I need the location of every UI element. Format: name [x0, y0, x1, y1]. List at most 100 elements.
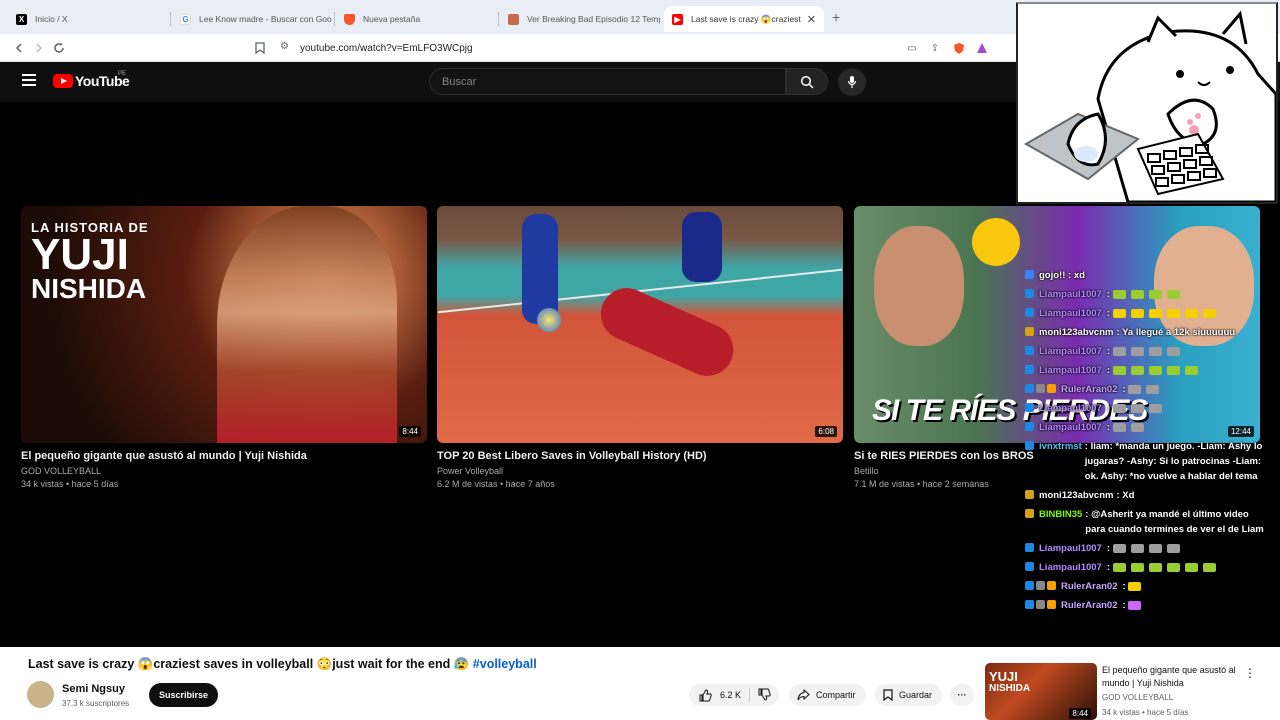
- player-figure: [682, 212, 722, 282]
- chat-badge-icon: [1025, 308, 1034, 317]
- chat-badges: [1025, 308, 1036, 317]
- video-duration: 8:44: [1069, 708, 1091, 719]
- player-figure: [522, 214, 558, 324]
- chat-text: :: [1121, 382, 1266, 397]
- chat-badge-icon: [1036, 600, 1045, 609]
- player-figure: [217, 206, 397, 443]
- channel-avatar[interactable]: [27, 681, 54, 708]
- reload-icon[interactable]: [50, 39, 68, 57]
- chat-badge-icon: [1025, 581, 1034, 590]
- emote-icon: [1202, 308, 1216, 318]
- chat-emotes: :: [1107, 308, 1221, 319]
- back-icon[interactable]: [10, 39, 28, 57]
- emote-icon: [1148, 365, 1162, 375]
- search-button[interactable]: [786, 68, 828, 95]
- emote-icon: [1184, 562, 1198, 572]
- emote-icon: [1202, 562, 1216, 572]
- video-channel[interactable]: GOD VOLLEYBALL: [21, 466, 427, 476]
- tab-separator: [334, 12, 335, 26]
- chat-badge-icon: [1025, 490, 1034, 499]
- chat-username: moni123abvcnm: [1039, 490, 1114, 501]
- emote-icon: [1112, 422, 1126, 432]
- diving-player: [592, 279, 742, 385]
- emote-icon: [1166, 346, 1180, 356]
- subscribe-button[interactable]: Suscribirse: [149, 683, 219, 707]
- chat-badge-icon: [1047, 600, 1056, 609]
- thumbs-up-icon: [699, 688, 712, 701]
- chat-badges: [1025, 490, 1036, 499]
- youtube-logo[interactable]: YouTube PE: [53, 71, 130, 89]
- chat-message: Liampaul1007:: [1025, 420, 1265, 435]
- related-video-channel[interactable]: GOD VOLLEYBALL: [1102, 693, 1173, 702]
- emote-icon: [1112, 365, 1126, 375]
- bongo-cat-overlay: [1016, 2, 1278, 204]
- chat-text: : Ya llegué a 12k siuuuuuu: [1116, 327, 1236, 338]
- video-thumbnail[interactable]: LA HISTORIA DE YUJI NISHIDA 8:44: [21, 206, 427, 443]
- brave-shield-icon[interactable]: [952, 41, 966, 55]
- chat-badge-icon: [1025, 509, 1034, 518]
- chat-badges: [1025, 600, 1058, 609]
- video-title[interactable]: El pequeño gigante que asustó al mundo |…: [21, 450, 427, 462]
- menu-icon[interactable]: [22, 74, 36, 86]
- dislike-button[interactable]: [758, 688, 771, 703]
- emote-icon: [1146, 384, 1160, 394]
- subscriber-count: 37.3 k suscriptores: [62, 699, 130, 708]
- chat-badge-icon: [1025, 365, 1034, 374]
- thumbnail-text: LA HISTORIA DE YUJI NISHIDA: [31, 220, 149, 303]
- chat-badges: [1025, 289, 1036, 298]
- save-button[interactable]: Guardar: [875, 684, 943, 706]
- chat-badges: [1025, 384, 1058, 393]
- site-icon: [508, 13, 519, 25]
- tab-google[interactable]: G Lee Know madre - Buscar con Googl: [172, 6, 332, 32]
- related-video-title[interactable]: El pequeño gigante que asustó al mundo |…: [1102, 664, 1237, 690]
- chat-username: RulerAran02: [1061, 384, 1118, 395]
- more-actions-button[interactable]: ···: [950, 684, 974, 706]
- like-button[interactable]: 6.2 K: [699, 688, 741, 702]
- voice-search-button[interactable]: [838, 68, 866, 96]
- video-meta: 34 k vistas • hace 5 días: [21, 479, 119, 489]
- video-card[interactable]: LA HISTORIA DE YUJI NISHIDA 8:44 El pequ…: [21, 206, 427, 489]
- share-button[interactable]: Compartir: [789, 684, 866, 706]
- video-card[interactable]: 6:08 TOP 20 Best Libero Saves in Volleyb…: [437, 206, 843, 489]
- chat-emotes: :: [1107, 562, 1221, 573]
- chat-emotes: :: [1123, 581, 1147, 592]
- tab-breaking-bad[interactable]: Ver Breaking Bad Episodio 12 Tempo: [500, 6, 660, 32]
- forward-icon[interactable]: [30, 39, 48, 57]
- video-channel[interactable]: Power Volleyball: [437, 466, 843, 476]
- laughing-emoji-icon: [972, 218, 1020, 266]
- emote-icon: [1130, 422, 1144, 432]
- thumbs-down-icon: [758, 688, 771, 701]
- bookmark-icon[interactable]: [251, 39, 269, 57]
- address-bar[interactable]: ⚙ youtube.com/watch?v=EmLFO3WCpjg: [272, 37, 998, 59]
- chat-username: Liampaul1007: [1039, 562, 1102, 573]
- tab-new-tab[interactable]: Nueva pestaña: [336, 6, 496, 32]
- brave-rewards-icon[interactable]: [975, 41, 989, 55]
- cast-icon[interactable]: ▭: [905, 41, 919, 55]
- chat-message: RulerAran02:: [1025, 598, 1265, 613]
- chat-text: :: [1105, 306, 1265, 321]
- chat-badge-icon: [1025, 562, 1034, 571]
- share-icon[interactable]: ⇪: [928, 41, 942, 55]
- new-tab-button[interactable]: +: [832, 9, 840, 25]
- thumbnail-headline: YUJI: [31, 230, 129, 279]
- emote-icon: [1148, 346, 1162, 356]
- hashtag-link[interactable]: #volleyball: [473, 657, 537, 671]
- chat-text: :: [1105, 344, 1265, 359]
- close-tab-icon[interactable]: ✕: [807, 13, 816, 26]
- chat-badges: [1025, 403, 1036, 412]
- chat-message: RulerAran02:: [1025, 579, 1265, 594]
- video-thumbnail[interactable]: 6:08: [437, 206, 843, 443]
- related-video-menu-icon[interactable]: ⋮: [1244, 666, 1256, 680]
- related-video-thumbnail[interactable]: YUJI NISHIDA 8:44: [985, 663, 1097, 720]
- chat-badge-icon: [1025, 441, 1034, 450]
- site-info-icon[interactable]: ⚙: [280, 41, 289, 52]
- chat-badge-icon: [1036, 581, 1045, 590]
- video-main-title: Last save is crazy 😱craziest saves in vo…: [28, 657, 537, 672]
- channel-name[interactable]: Semi Ngsuy: [62, 683, 125, 695]
- tab-label: Ver Breaking Bad Episodio 12 Tempo: [527, 14, 660, 24]
- tab-x[interactable]: X Inicio / X: [8, 6, 168, 32]
- tab-youtube-active[interactable]: ▶ Last save is crazy 😱craziest save ✕: [664, 6, 824, 32]
- share-label: Compartir: [816, 690, 856, 700]
- video-title[interactable]: TOP 20 Best Libero Saves in Volleyball H…: [437, 450, 843, 462]
- search-input[interactable]: Buscar: [429, 68, 786, 95]
